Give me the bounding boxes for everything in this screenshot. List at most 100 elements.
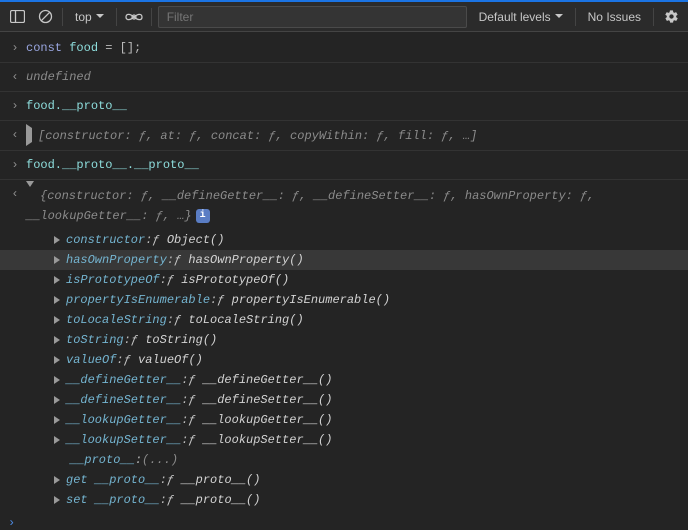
property-row[interactable]: __defineSetter__: ƒ __defineSetter__() — [0, 390, 688, 410]
property-name: __defineSetter__ — [66, 390, 181, 410]
code-text: __proto__ — [62, 99, 127, 113]
separator — [116, 8, 117, 26]
property-name: __lookupGetter__ — [66, 410, 181, 430]
property-value: ƒ __proto__() — [167, 490, 261, 510]
property-value: ƒ toString() — [131, 330, 217, 350]
property-row[interactable]: isPrototypeOf: ƒ isPrototypeOf() — [0, 270, 688, 290]
info-icon[interactable]: i — [196, 209, 210, 223]
toggle-sidebar-icon[interactable] — [6, 6, 28, 28]
context-label: top — [75, 10, 92, 24]
log-levels-selector[interactable]: Default levels — [473, 10, 569, 24]
issues-button[interactable]: No Issues — [582, 10, 647, 24]
property-name: set __proto__ — [66, 490, 160, 510]
expand-right-icon[interactable] — [54, 396, 60, 404]
code-keyword: const — [26, 41, 62, 55]
filter-input[interactable] — [165, 9, 460, 25]
object-preview: [constructor: ƒ, at: ƒ, concat: ƒ, copyW… — [38, 129, 477, 143]
expand-right-icon[interactable] — [54, 236, 60, 244]
property-name: get __proto__ — [66, 470, 160, 490]
property-row[interactable]: toString: ƒ toString() — [0, 330, 688, 350]
console-input-row[interactable]: › food.__proto__.__proto__ — [0, 151, 688, 180]
expand-right-icon[interactable] — [54, 496, 60, 504]
input-chevron-icon: › — [11, 38, 18, 58]
filter-field[interactable] — [158, 6, 467, 28]
property-row[interactable]: valueOf: ƒ valueOf() — [0, 350, 688, 370]
property-row[interactable]: constructor: ƒ Object() — [0, 230, 688, 250]
console-result-row[interactable]: ‹ {constructor: ƒ, __defineGetter__: ƒ, … — [0, 180, 688, 230]
property-value: ƒ toLocaleString() — [174, 310, 304, 330]
property-row[interactable]: __lookupSetter__: ƒ __lookupSetter__() — [0, 430, 688, 450]
code-text: . — [127, 158, 134, 172]
expand-right-icon[interactable] — [54, 276, 60, 284]
expand-right-icon[interactable] — [54, 436, 60, 444]
console-result-row[interactable]: ‹ [constructor: ƒ, at: ƒ, concat: ƒ, cop… — [0, 121, 688, 151]
levels-label: Default levels — [479, 10, 551, 24]
console-input-row[interactable]: › const food = []; — [0, 34, 688, 63]
code-text: food. — [26, 158, 62, 172]
live-expression-icon[interactable] — [123, 6, 145, 28]
property-row[interactable]: get __proto__: ƒ __proto__() — [0, 470, 688, 490]
separator — [575, 8, 576, 26]
console-input-row[interactable]: › food.__proto__ — [0, 92, 688, 121]
input-chevron-icon: › — [11, 155, 18, 175]
settings-gear-icon[interactable] — [660, 6, 682, 28]
separator — [653, 8, 654, 26]
console-output: › const food = []; ‹ undefined › food.__… — [0, 32, 688, 510]
property-value: ƒ __lookupGetter__() — [188, 410, 332, 430]
expand-right-icon[interactable] — [54, 356, 60, 364]
console-prompt[interactable]: › — [0, 510, 688, 530]
chevron-down-icon — [555, 14, 563, 19]
code-text: = []; — [98, 41, 141, 55]
property-name: valueOf — [66, 350, 116, 370]
expand-right-icon[interactable] — [54, 376, 60, 384]
result-text: undefined — [26, 70, 91, 84]
expand-right-icon[interactable] — [54, 296, 60, 304]
code-identifier: food — [69, 41, 98, 55]
separator — [151, 8, 152, 26]
object-preview: {constructor: ƒ, __defineGetter__: ƒ, __… — [26, 189, 595, 223]
property-row[interactable]: set __proto__: ƒ __proto__() — [0, 490, 688, 510]
expand-right-icon[interactable] — [54, 336, 60, 344]
object-properties-list: constructor: ƒ Object()hasOwnProperty: ƒ… — [0, 230, 688, 510]
expand-right-icon[interactable] — [54, 256, 60, 264]
output-chevron-icon: ‹ — [11, 67, 18, 87]
property-row[interactable]: toLocaleString: ƒ toLocaleString() — [0, 310, 688, 330]
property-row[interactable]: propertyIsEnumerable: ƒ propertyIsEnumer… — [0, 290, 688, 310]
property-value: ƒ __proto__() — [167, 470, 261, 490]
property-name: constructor — [66, 230, 145, 250]
property-value: ƒ valueOf() — [124, 350, 203, 370]
chevron-down-icon — [96, 14, 104, 19]
expand-right-icon[interactable] — [54, 416, 60, 424]
code-text: food. — [26, 99, 62, 113]
property-row[interactable]: __proto__: (...) — [0, 450, 688, 470]
expand-right-icon[interactable] — [26, 124, 32, 146]
property-value: ƒ Object() — [152, 230, 224, 250]
code-text: __proto__ — [134, 158, 199, 172]
code-text: __proto__ — [62, 158, 127, 172]
property-name: hasOwnProperty — [66, 250, 167, 270]
property-value: ƒ propertyIsEnumerable() — [217, 290, 390, 310]
execution-context-selector[interactable]: top — [69, 8, 110, 26]
expand-right-icon[interactable] — [54, 476, 60, 484]
property-name: isPrototypeOf — [66, 270, 160, 290]
property-value: ƒ hasOwnProperty() — [174, 250, 304, 270]
property-value: (...) — [142, 450, 178, 470]
property-name: __defineGetter__ — [66, 370, 181, 390]
clear-console-icon[interactable] — [34, 6, 56, 28]
property-name: __proto__ — [70, 450, 135, 470]
console-toolbar: top Default levels No Issues — [0, 0, 688, 32]
property-row[interactable]: __lookupGetter__: ƒ __lookupGetter__() — [0, 410, 688, 430]
property-name: __lookupSetter__ — [66, 430, 181, 450]
property-value: ƒ __defineGetter__() — [188, 370, 332, 390]
output-chevron-icon: ‹ — [11, 184, 18, 204]
property-row[interactable]: __defineGetter__: ƒ __defineGetter__() — [0, 370, 688, 390]
property-value: ƒ __lookupSetter__() — [188, 430, 332, 450]
expand-down-icon[interactable] — [26, 181, 34, 201]
console-result-row[interactable]: ‹ undefined — [0, 63, 688, 92]
property-row[interactable]: hasOwnProperty: ƒ hasOwnProperty() — [0, 250, 688, 270]
property-name: toLocaleString — [66, 310, 167, 330]
separator — [62, 8, 63, 26]
output-chevron-icon: ‹ — [11, 125, 18, 145]
property-value: ƒ isPrototypeOf() — [167, 270, 289, 290]
expand-right-icon[interactable] — [54, 316, 60, 324]
